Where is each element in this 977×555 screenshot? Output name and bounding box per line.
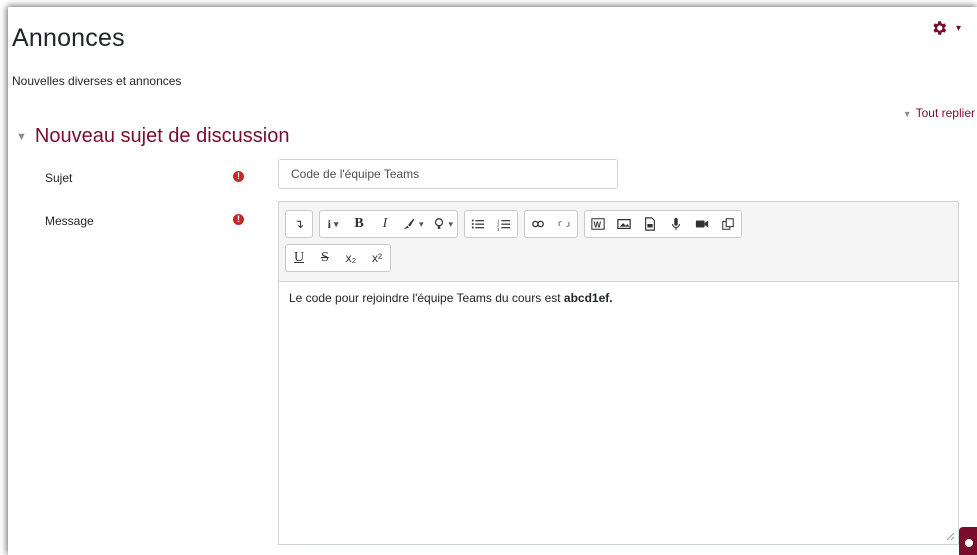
settings-menu-button[interactable]: ▾ — [930, 19, 961, 37]
show-more-buttons-icon[interactable]: ↴ — [286, 211, 312, 237]
message-bold-code: abcd1ef. — [563, 291, 613, 305]
subject-input[interactable]: Code de l'équipe Teams — [278, 159, 618, 189]
bold-icon[interactable]: B — [346, 211, 372, 237]
strikethrough-icon[interactable]: S — [312, 245, 338, 271]
font-color-icon[interactable] — [398, 211, 428, 237]
message-label: Message — [45, 214, 94, 228]
underline-icon[interactable]: U — [286, 245, 312, 271]
italic-icon[interactable]: I — [372, 211, 398, 237]
help-button[interactable] — [959, 527, 977, 555]
collapse-all-link[interactable]: ▼ Tout replier — [903, 106, 975, 120]
required-icon: ! — [233, 171, 244, 182]
editor-content[interactable]: Le code pour rejoindre l'équipe Teams du… — [279, 282, 958, 314]
page-title: Annonces — [12, 24, 125, 52]
collapse-all-label: Tout replier — [915, 106, 975, 120]
record-audio-icon[interactable] — [663, 211, 689, 237]
superscript-icon[interactable]: x² — [364, 245, 390, 271]
media-icon[interactable] — [637, 211, 663, 237]
resize-handle-icon[interactable] — [945, 531, 955, 541]
required-icon: ! — [233, 214, 244, 225]
editor-toolbar: ↴ i B I 123 — [279, 202, 958, 282]
gear-icon — [933, 21, 947, 35]
record-video-icon[interactable] — [689, 211, 715, 237]
forum-description: Nouvelles diverses et annonces — [12, 74, 182, 88]
svg-text:3: 3 — [497, 227, 500, 231]
section-title: Nouveau sujet de discussion — [34, 125, 290, 147]
paragraph-styles-icon[interactable]: i — [320, 211, 346, 237]
subject-label: Sujet — [45, 171, 73, 185]
link-icon[interactable] — [525, 211, 551, 237]
unlink-icon[interactable] — [551, 211, 577, 237]
triangle-down-icon: ▼ — [902, 109, 912, 119]
section-header-new-discussion[interactable]: ▼ Nouveau sujet de discussion — [16, 125, 290, 148]
message-editor[interactable]: ↴ i B I 123 — [278, 201, 959, 545]
word-import-icon[interactable]: W — [585, 211, 611, 237]
subscript-icon[interactable]: x₂ — [338, 245, 364, 271]
copy-icon[interactable] — [715, 211, 741, 237]
ordered-list-icon[interactable]: 123 — [491, 211, 517, 237]
triangle-down-icon: ▼ — [16, 130, 27, 143]
image-icon[interactable] — [611, 211, 637, 237]
background-color-icon[interactable] — [428, 211, 458, 237]
chevron-down-icon: ▾ — [955, 22, 961, 34]
message-text: Le code pour rejoindre l'équipe Teams du… — [289, 291, 564, 305]
svg-text:W: W — [594, 221, 602, 230]
unordered-list-icon[interactable] — [465, 211, 491, 237]
